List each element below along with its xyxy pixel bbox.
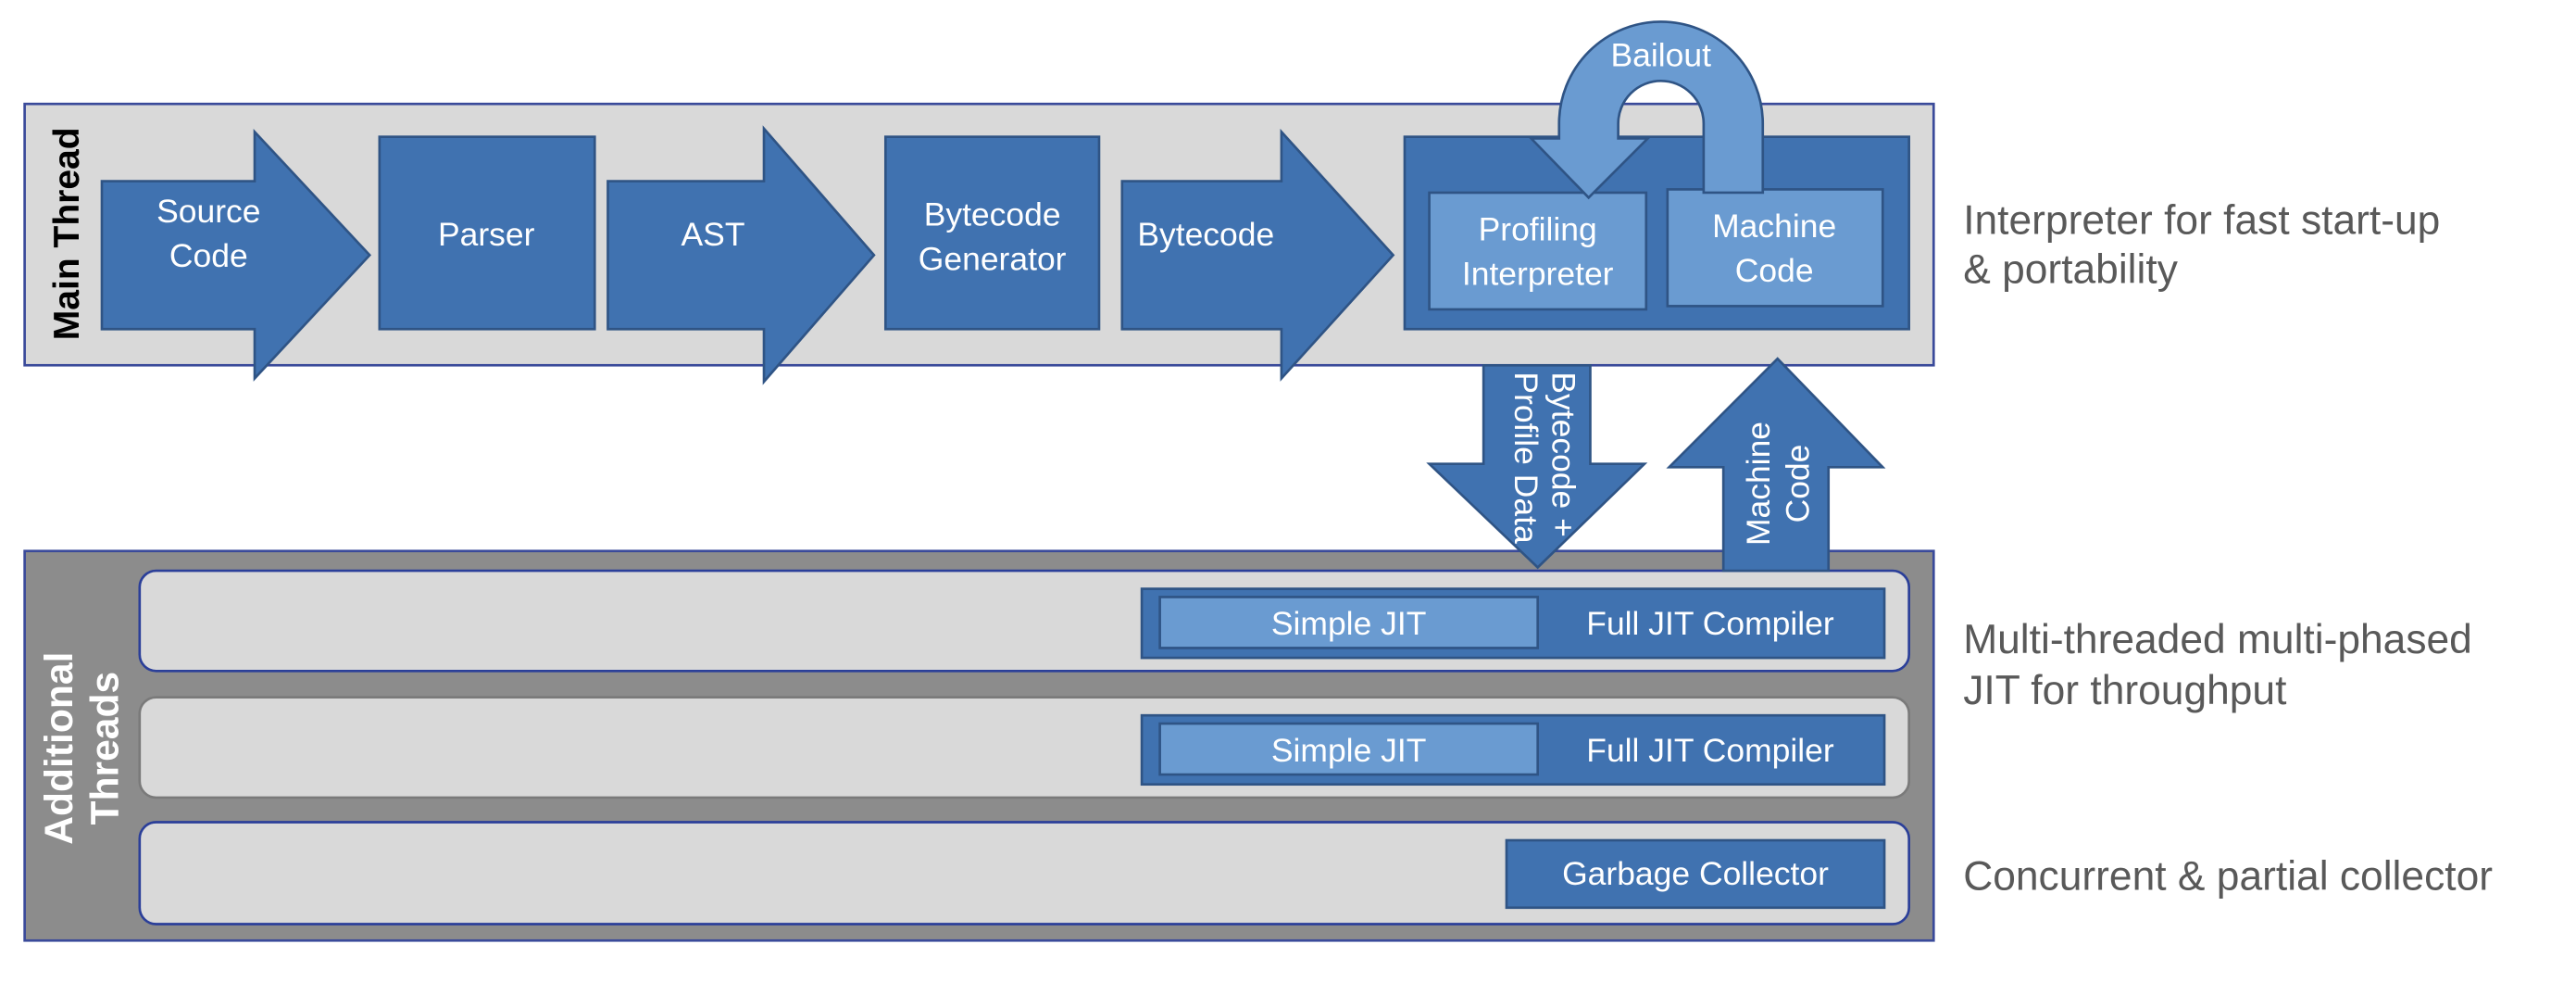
simple-jit-label: Simple JIT xyxy=(1271,605,1427,642)
jit-note-line-2: JIT for throughput xyxy=(1963,668,2286,713)
machine-code-label-2: Code xyxy=(1735,252,1814,289)
up-arrow-label-2: Code xyxy=(1779,445,1816,523)
ast-label: AST xyxy=(682,216,745,253)
additional-threads-label-2: Threads xyxy=(83,672,128,825)
simple-jit-label: Simple JIT xyxy=(1271,732,1427,769)
jit-thread-row-2: Simple JIT Full JIT Compiler xyxy=(138,696,1910,799)
jit-thread-row-1: Simple JIT Full JIT Compiler xyxy=(138,569,1910,673)
down-arrow-label-1: Bytecode + xyxy=(1545,371,1582,536)
bailout-label: Bailout xyxy=(1611,36,1712,73)
full-jit-compiler-label: Full JIT Compiler xyxy=(1586,605,1834,642)
interpreter-note-line-1: Interpreter for fast start-up xyxy=(1963,197,2440,243)
profiling-interpreter-label-2: Interpreter xyxy=(1462,255,1614,292)
additional-threads-label-1: Additional xyxy=(37,652,81,845)
machine-code-up-arrow: Machine Code xyxy=(1666,357,1886,573)
bytecode-generator-label-1: Bytecode xyxy=(924,195,1061,233)
additional-threads-panel: Additional Threads Simple JIT Full JIT C… xyxy=(23,549,1935,942)
gc-thread-row: Garbage Collector xyxy=(138,821,1910,925)
main-thread-panel: Main Thread Source Code Parser AST Bytec… xyxy=(23,102,1935,385)
parser-label: Parser xyxy=(438,216,535,253)
machine-code-label-1: Machine xyxy=(1712,208,1836,245)
full-jit-compiler-label: Full JIT Compiler xyxy=(1586,732,1834,769)
machine-code-block: Machine Code xyxy=(1666,188,1884,308)
parser-block: Parser xyxy=(378,135,596,331)
down-arrow-label-2: Profile Data xyxy=(1507,371,1544,544)
up-arrow-label-1: Machine xyxy=(1740,422,1777,546)
jit-note-line-1: Multi-threaded multi-phased xyxy=(1963,617,2472,662)
source-code-label-1: Source xyxy=(156,193,260,230)
profiling-interpreter-label-1: Profiling xyxy=(1479,210,1597,247)
bytecode-generator-block: Bytecode Generator xyxy=(883,135,1101,331)
profiling-interpreter-block: Profiling Interpreter xyxy=(1428,191,1648,311)
bytecode-label: Bytecode xyxy=(1137,216,1274,253)
main-thread-label: Main Thread xyxy=(47,127,87,340)
gc-note: Concurrent & partial collector xyxy=(1963,853,2493,899)
execution-block: Profiling Interpreter Machine Code xyxy=(1403,135,1910,331)
chakra-architecture-diagram: Main Thread Source Code Parser AST Bytec… xyxy=(23,20,2493,942)
garbage-collector-label: Garbage Collector xyxy=(1562,855,1829,892)
bytecode-profile-data-down-arrow: Bytecode + Profile Data xyxy=(1426,363,1648,570)
interpreter-note-line-2: & portability xyxy=(1963,247,2179,293)
source-code-label-2: Code xyxy=(169,237,248,274)
bytecode-generator-label-2: Generator xyxy=(919,240,1067,277)
